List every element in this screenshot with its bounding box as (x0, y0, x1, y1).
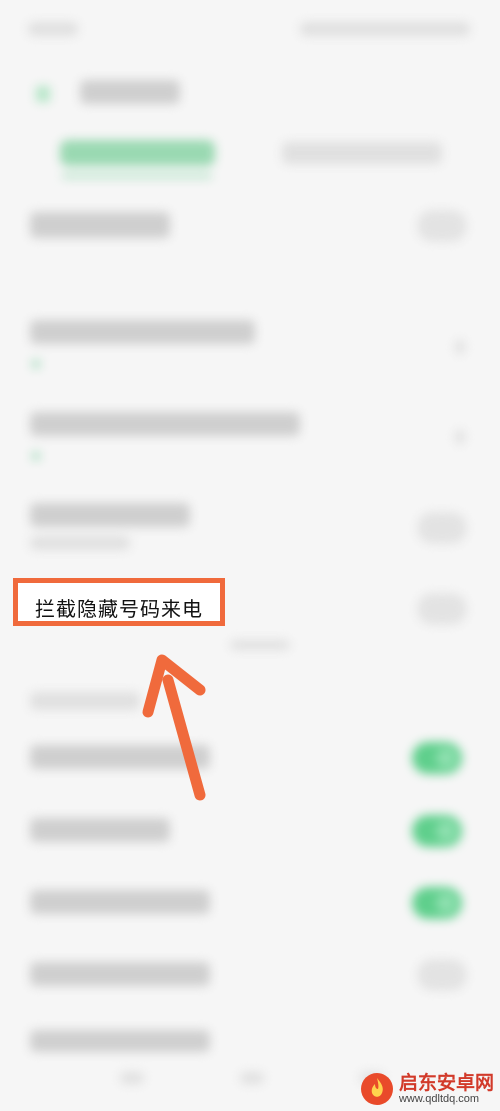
page-title (80, 80, 180, 104)
setting-row-9-toggle[interactable] (418, 960, 466, 990)
tab-inactive[interactable] (282, 142, 442, 164)
highlighted-setting-box[interactable]: 拦截隐藏号码来电 (13, 578, 225, 626)
setting-row-4-sub (30, 536, 130, 550)
setting-row-2-label (30, 320, 255, 344)
setting-row-6-label (30, 745, 210, 769)
section-header (30, 692, 140, 710)
tab-underline (62, 174, 212, 178)
setting-row-7-label (30, 818, 170, 842)
setting-row-5-toggle[interactable] (418, 594, 466, 624)
back-icon[interactable] (36, 86, 50, 102)
setting-row-1-toggle[interactable] (418, 211, 466, 241)
watermark-url: www.qdltdq.com (398, 1093, 480, 1106)
status-icons (300, 22, 470, 36)
flame-logo-icon (360, 1073, 393, 1105)
tab-active[interactable] (60, 140, 215, 166)
watermark-brand: 启东安卓网 (398, 1071, 494, 1094)
setting-row-7-toggle[interactable] (412, 815, 462, 847)
setting-row-4-toggle[interactable] (418, 513, 466, 543)
setting-row-9-label (30, 962, 210, 986)
nav-button-1[interactable] (120, 1072, 144, 1084)
setting-row-10-label (30, 1030, 210, 1052)
setting-row-3-indicator (32, 452, 40, 460)
setting-row-4-label (30, 503, 190, 527)
setting-row-2-chevron[interactable] (455, 340, 465, 354)
screen: 拦截隐藏号码来电 启东安卓网 www.qdltdq.com (0, 0, 500, 1111)
blurred-settings-page (0, 0, 500, 1111)
status-time (28, 22, 78, 36)
setting-row-3-chevron[interactable] (455, 430, 465, 444)
watermark: 启东安卓网 www.qdltdq.com (359, 1071, 494, 1107)
setting-row-6-toggle[interactable] (412, 742, 462, 774)
setting-row-3-label (30, 412, 300, 436)
setting-row-5-sub (230, 640, 290, 650)
nav-button-2[interactable] (240, 1072, 264, 1084)
setting-row-2-indicator (32, 360, 40, 368)
setting-row-1-label (30, 212, 170, 238)
block-hidden-number-calls-label: 拦截隐藏号码来电 (35, 597, 203, 621)
setting-row-8-label (30, 890, 210, 914)
setting-row-8-toggle[interactable] (412, 887, 462, 919)
